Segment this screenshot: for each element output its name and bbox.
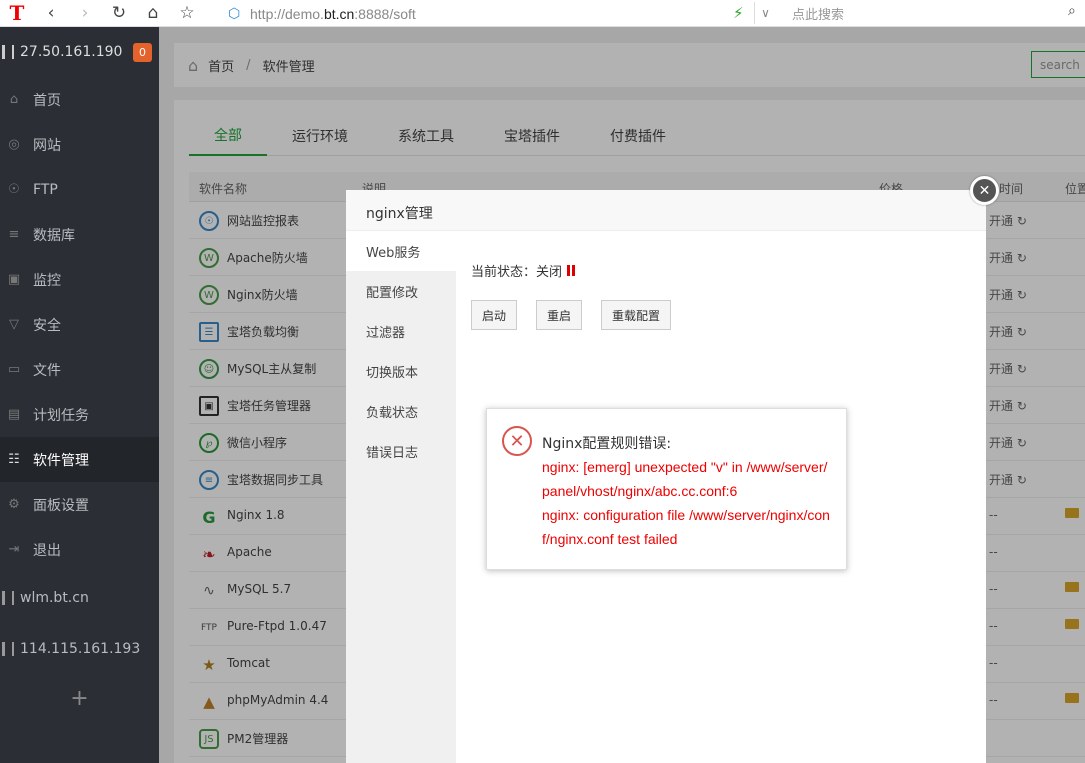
- shield-icon: ▽: [9, 317, 19, 332]
- home-icon: ⌂: [9, 92, 19, 107]
- dialog-nav-filter[interactable]: 过滤器: [346, 311, 456, 351]
- browser-search-input[interactable]: 点此搜索: [792, 4, 844, 23]
- browser-logo-icon[interactable]: T: [0, 0, 34, 27]
- add-server-button[interactable]: +: [0, 674, 159, 722]
- bookmark-star-icon[interactable]: ☆: [170, 0, 204, 27]
- monitor-icon: ▣: [7, 272, 21, 287]
- ftp-icon: ☉: [8, 182, 20, 197]
- browser-toolbar: T ‹ › ↻ ⌂ ☆ ⬡ http://demo.bt.cn:8888/sof…: [0, 0, 1085, 27]
- sidebar-item-software[interactable]: ☷ 软件管理: [0, 437, 159, 482]
- reload-config-button[interactable]: 重载配置: [601, 300, 672, 330]
- sidebar-item-cron[interactable]: ▤ 计划任务: [0, 392, 159, 437]
- service-status: 当前状态：关闭: [471, 261, 971, 280]
- dialog-title: nginx管理: [346, 190, 986, 231]
- dialog-nav-config-edit[interactable]: 配置修改: [346, 271, 456, 311]
- back-arrow-icon[interactable]: ‹: [34, 0, 68, 27]
- dialog-nav-load-status[interactable]: 负载状态: [346, 391, 456, 431]
- refresh-icon[interactable]: ↻: [102, 0, 136, 27]
- dialog-body: 当前状态：关闭 启动 重启 重载配置: [471, 231, 971, 330]
- site-icon: ⬡: [228, 5, 241, 22]
- sidebar-item-files[interactable]: ▭ 文件: [0, 347, 159, 392]
- start-button[interactable]: 启动: [471, 300, 518, 330]
- lightning-icon[interactable]: ⚡: [733, 4, 744, 22]
- database-icon: ≡: [8, 227, 20, 242]
- server-icon: [2, 590, 14, 605]
- dialog-nav: Web服务 配置修改 过滤器 切换版本 负载状态 错误日志: [346, 231, 456, 763]
- forward-arrow-icon[interactable]: ›: [68, 0, 102, 27]
- server-icon: [2, 45, 14, 59]
- error-x-icon: ✕: [502, 426, 532, 456]
- home-icon[interactable]: ⌂: [136, 0, 170, 27]
- error-line: nginx: [emerg] unexpected "v" in /www/se…: [542, 459, 828, 499]
- error-title: Nginx配置规则错误:: [542, 436, 672, 452]
- server-icon: [2, 641, 14, 656]
- server-item-wlm[interactable]: wlm.bt.cn: [0, 572, 159, 623]
- restart-button[interactable]: 重启: [536, 300, 583, 330]
- error-line: nginx: configuration file /www/server/ng…: [542, 507, 830, 547]
- sidebar-item-settings[interactable]: ⚙ 面板设置: [0, 482, 159, 527]
- chevron-down-icon[interactable]: ∨: [754, 2, 776, 24]
- service-actions: 启动 重启 重载配置: [471, 300, 971, 330]
- gear-icon: ⚙: [8, 497, 20, 512]
- error-alert: ✕ Nginx配置规则错误: nginx: [emerg] unexpected…: [486, 408, 847, 570]
- status-label: 当前状态：关闭: [471, 265, 563, 280]
- server-item-114[interactable]: 114.115.161.193: [0, 623, 159, 674]
- sidebar-item-logout[interactable]: ⇥ 退出: [0, 527, 159, 572]
- sidebar-item-monitor[interactable]: ▣ 监控: [0, 257, 159, 302]
- sidebar-item-home[interactable]: ⌂ 首页: [0, 77, 159, 122]
- globe-icon: ◎: [8, 137, 20, 152]
- dialog-nav-error-log[interactable]: 错误日志: [346, 431, 456, 471]
- search-icon[interactable]: ⌕: [1068, 3, 1076, 19]
- notification-badge[interactable]: 0: [133, 43, 152, 62]
- error-message: nginx: [emerg] unexpected "v" in /www/se…: [542, 455, 834, 551]
- sidebar-item-database[interactable]: ≡ 数据库: [0, 212, 159, 257]
- server-ip: 27.50.161.190: [20, 44, 123, 60]
- sidebar-item-website[interactable]: ◎ 网站: [0, 122, 159, 167]
- url-text: http://demo.bt.cn:8888/soft: [250, 5, 416, 22]
- grid-icon: ☷: [8, 452, 20, 467]
- address-bar[interactable]: ⬡ http://demo.bt.cn:8888/soft: [228, 0, 416, 27]
- sidebar: 27.50.161.190 0 ⌂ 首页 ◎ 网站 ☉ FTP ≡ 数据库 ▣ 监控 ▽ 安…: [0, 27, 159, 763]
- close-icon[interactable]: ✕: [970, 176, 999, 205]
- pause-icon: [567, 265, 576, 276]
- dialog-nav-web-service[interactable]: Web服务: [346, 231, 456, 271]
- sidebar-item-ftp[interactable]: ☉ FTP: [0, 167, 159, 212]
- calendar-icon: ▤: [7, 407, 21, 422]
- sidebar-menu: ⌂ 首页 ◎ 网站 ☉ FTP ≡ 数据库 ▣ 监控 ▽ 安全 ▭ 文件 ▤ 计划任务 ☷ 软件管…: [0, 77, 159, 572]
- dialog-nav-switch-version[interactable]: 切换版本: [346, 351, 456, 391]
- folder-icon: ▭: [7, 362, 21, 377]
- logout-icon: ⇥: [8, 542, 20, 557]
- sidebar-item-security[interactable]: ▽ 安全: [0, 302, 159, 347]
